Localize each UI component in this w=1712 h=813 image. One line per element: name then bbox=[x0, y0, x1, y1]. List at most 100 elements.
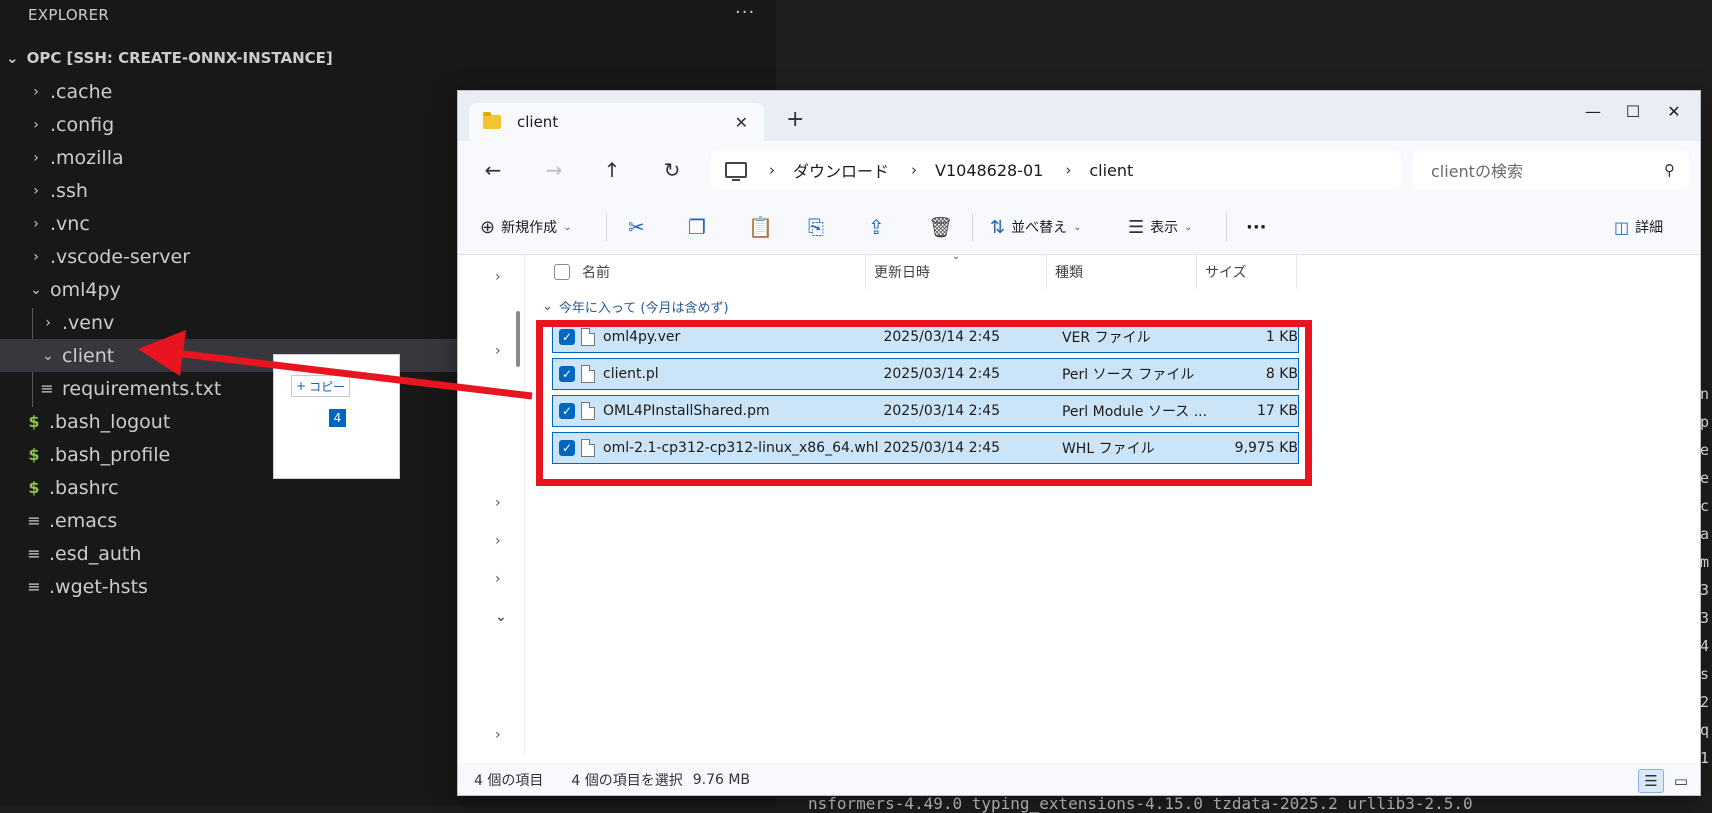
details-pane-icon: ◫ bbox=[1614, 217, 1630, 237]
column-date[interactable]: ⌄ 更新日時 bbox=[866, 251, 1047, 289]
tree-item-label: .vnc bbox=[50, 212, 90, 235]
group-header[interactable]: ⌄ 今年に入って (今月は含めず) bbox=[542, 297, 729, 316]
chevron-down-icon: ⌄ bbox=[563, 221, 572, 233]
chevron-down-icon[interactable]: ⌄ bbox=[495, 609, 507, 625]
view-button[interactable]: ☰ 表示 ⌄ bbox=[1128, 211, 1193, 243]
maximize-button[interactable]: ☐ bbox=[1613, 97, 1653, 125]
tab-client[interactable]: client ✕ bbox=[469, 103, 764, 141]
copy-tooltip-label: コピー bbox=[309, 379, 346, 394]
column-date-label: 更新日時 bbox=[874, 265, 930, 281]
select-all-checkbox[interactable] bbox=[554, 264, 570, 280]
breadcrumb-folder[interactable]: V1048628-01 bbox=[935, 161, 1043, 180]
text-file-icon: ≡ bbox=[27, 511, 41, 530]
tree-item-label: .bash_profile bbox=[49, 443, 171, 466]
chevron-right-icon[interactable]: › bbox=[495, 269, 501, 285]
search-placeholder: clientの検索 bbox=[1431, 162, 1523, 181]
chevron-down-icon: ⌄ bbox=[542, 299, 553, 314]
title-bar: client ✕ + — ☐ ✕ bbox=[458, 91, 1700, 141]
column-name-label: 名前 bbox=[582, 265, 610, 281]
text-file-icon: ≡ bbox=[27, 544, 41, 563]
sort-caret-icon: ⌄ bbox=[951, 251, 961, 262]
scrollbar-thumb[interactable] bbox=[516, 311, 520, 367]
tree-item-label: .mozilla bbox=[50, 146, 124, 169]
text-file-icon: ≡ bbox=[40, 379, 54, 398]
item-count: 4 個の項目 bbox=[474, 773, 544, 789]
address-bar-area: ← → ↑ ↻ › ダウンロード › V1048628-01 › client … bbox=[458, 141, 1700, 199]
tree-item-label: .wget-hsts bbox=[49, 575, 148, 598]
up-button[interactable]: ↑ bbox=[599, 157, 625, 183]
rename-button[interactable]: ⎘ bbox=[808, 211, 824, 243]
shell-file-icon: $ bbox=[28, 445, 40, 464]
chevron-right-icon[interactable]: › bbox=[495, 495, 501, 511]
tiles-view-icon[interactable]: ▭ bbox=[1668, 769, 1694, 793]
tab-label: client bbox=[517, 113, 559, 131]
navigation-pane: › › › › › ⌄ › bbox=[458, 255, 526, 795]
tree-item-label: .venv bbox=[62, 311, 115, 334]
rename-icon: ⎘ bbox=[808, 215, 824, 239]
details-view-icon[interactable]: ☰ bbox=[1638, 769, 1664, 793]
breadcrumb-downloads[interactable]: ダウンロード bbox=[793, 158, 889, 182]
tree-item-label: .vscode-server bbox=[50, 245, 191, 268]
paste-button[interactable]: 📋 bbox=[748, 211, 773, 243]
chevron-down-icon: ⌄ bbox=[30, 281, 42, 298]
sort-icon: ⇅ bbox=[990, 216, 1006, 238]
tree-item-label: .bashrc bbox=[49, 476, 119, 499]
chevron-right-icon[interactable]: › bbox=[495, 727, 501, 743]
column-name[interactable]: 名前 bbox=[526, 255, 866, 289]
new-tab-button[interactable]: + bbox=[786, 107, 804, 132]
cut-button[interactable]: ✂ bbox=[628, 211, 645, 243]
search-icon: ⚲ bbox=[1664, 161, 1675, 179]
chevron-right-icon[interactable]: › bbox=[495, 343, 501, 359]
selected-size: 9.76 MB bbox=[692, 772, 751, 788]
sort-button[interactable]: ⇅ 並べ替え ⌄ bbox=[990, 211, 1081, 243]
close-window-button[interactable]: ✕ bbox=[1654, 97, 1694, 125]
copy-tooltip: + コピー bbox=[291, 375, 351, 397]
details-button[interactable]: ◫ 詳細 bbox=[1614, 211, 1663, 243]
text-file-icon: ≡ bbox=[27, 577, 41, 596]
terminal-edge-text: n p e e c a m 3 3 4 s 2 q 1 bbox=[1700, 385, 1710, 767]
minimize-button[interactable]: — bbox=[1573, 97, 1613, 125]
copy-button[interactable]: ❐ bbox=[688, 211, 706, 243]
tree-item-label: oml4py bbox=[50, 278, 121, 301]
plus-icon: + bbox=[296, 379, 307, 393]
chevron-down-icon: ⌄ bbox=[6, 49, 19, 67]
column-type[interactable]: 種類 bbox=[1047, 255, 1197, 289]
sort-button-label: 並べ替え bbox=[1011, 220, 1068, 236]
chevron-right-icon[interactable]: › bbox=[495, 571, 501, 587]
delete-button[interactable]: 🗑 bbox=[928, 211, 953, 243]
highlight-box bbox=[536, 320, 1312, 486]
refresh-button[interactable]: ↻ bbox=[659, 157, 685, 183]
share-button[interactable]: ⇪ bbox=[868, 211, 885, 243]
tree-item-label: .emacs bbox=[49, 509, 118, 532]
tree-item-label: .config bbox=[50, 113, 115, 136]
new-button[interactable]: ⊕ 新規作成 ⌄ bbox=[480, 211, 571, 243]
divider bbox=[972, 213, 973, 241]
see-more-button[interactable]: ··· bbox=[1246, 211, 1267, 243]
chevron-down-icon: ⌄ bbox=[1184, 221, 1193, 233]
copy-icon: ❐ bbox=[688, 215, 706, 239]
column-header-row: 名前 ⌄ 更新日時 種類 サイズ bbox=[526, 251, 1326, 289]
group-header-label: 今年に入って (今月は含めず) bbox=[558, 301, 729, 316]
explorer-header: EXPLORER bbox=[28, 6, 110, 24]
more-actions-icon[interactable]: ··· bbox=[735, 2, 755, 23]
tree-item-label: requirements.txt bbox=[62, 377, 222, 400]
breadcrumb-client[interactable]: client bbox=[1089, 161, 1133, 180]
drag-preview: + コピー 4 bbox=[273, 354, 400, 479]
view-button-label: 表示 bbox=[1150, 220, 1179, 236]
address-bar[interactable]: › ダウンロード › V1048628-01 › client bbox=[711, 151, 1401, 189]
folder-icon bbox=[483, 112, 501, 129]
chevron-right-icon: › bbox=[33, 248, 39, 265]
search-box[interactable]: clientの検索 ⚲ bbox=[1413, 151, 1689, 189]
divider bbox=[524, 255, 525, 755]
chevron-down-icon: ⌄ bbox=[1073, 221, 1082, 233]
workspace-root[interactable]: ⌄ OPC [SSH: CREATE-ONNX-INSTANCE] bbox=[6, 46, 333, 70]
command-bar: ⊕ 新規作成 ⌄ ✂ ❐ 📋 ⎘ ⇪ 🗑 ⇅ 並べ替え ⌄ ☰ 表示 ⌄ ···… bbox=[458, 199, 1700, 255]
close-tab-icon[interactable]: ✕ bbox=[735, 113, 748, 132]
breadcrumb-separator: › bbox=[911, 161, 918, 179]
back-button[interactable]: ← bbox=[480, 157, 506, 183]
chevron-right-icon: › bbox=[33, 215, 39, 232]
column-size[interactable]: サイズ bbox=[1197, 255, 1297, 289]
forward-button[interactable]: → bbox=[541, 157, 567, 183]
shell-file-icon: $ bbox=[28, 412, 40, 431]
chevron-right-icon[interactable]: › bbox=[495, 533, 501, 549]
